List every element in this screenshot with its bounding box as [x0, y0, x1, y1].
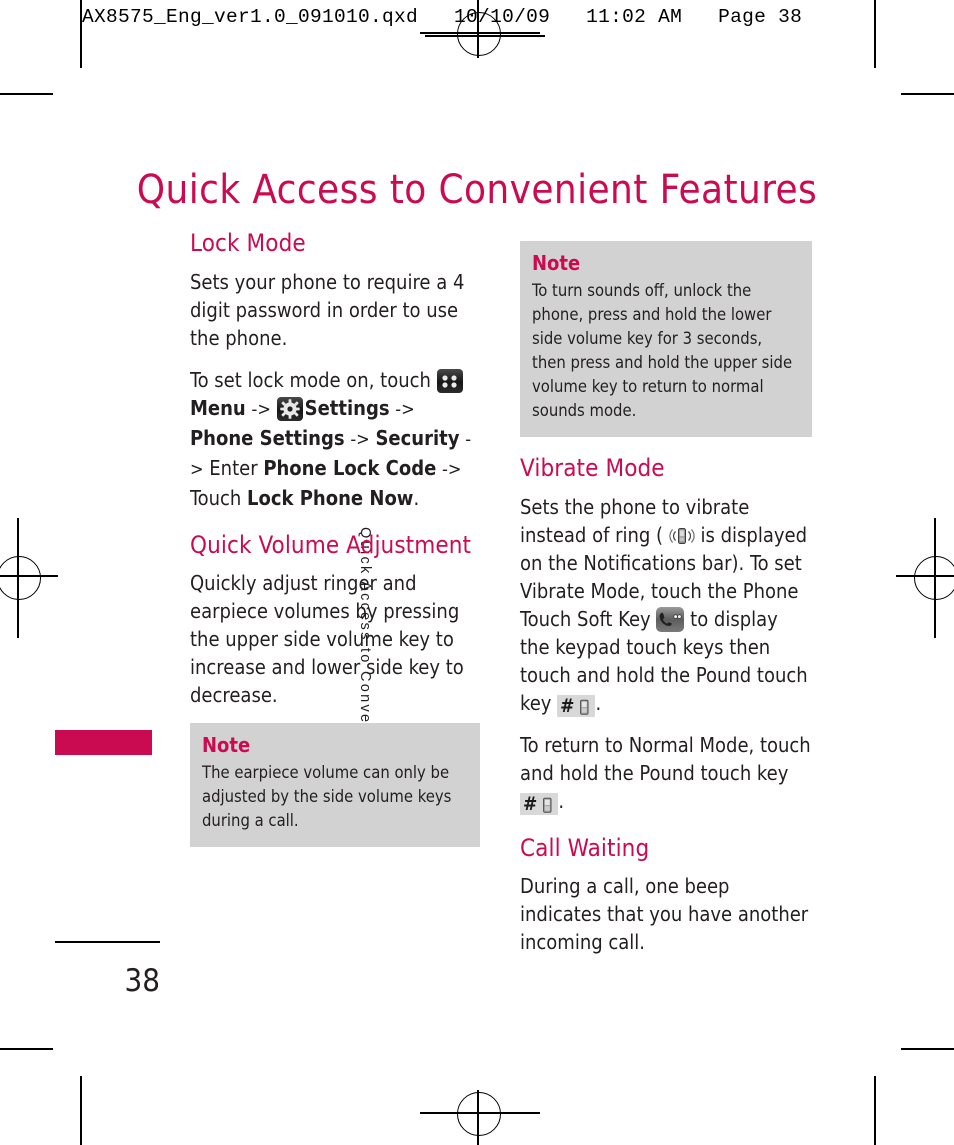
page-number: 38	[124, 963, 160, 999]
pound-symbol: #	[560, 694, 575, 717]
step-period: .	[413, 485, 420, 510]
step-phone-settings: Phone Settings	[190, 425, 345, 450]
phone-handset-icon	[656, 606, 685, 632]
chapter-thumb-tab	[55, 730, 152, 755]
registration-mark-bottom	[420, 1090, 540, 1145]
footer-rule	[55, 941, 160, 943]
step-arrow-1: ->	[251, 398, 271, 420]
pound-key-chip-icon	[541, 797, 554, 814]
note-box-earpiece-volume: Note The earpiece volume can only be adj…	[190, 723, 480, 848]
paragraph-lock-mode-steps: To set lock mode on, touch Menu -> Setti…	[190, 366, 480, 512]
pound-symbol: #	[523, 792, 538, 815]
pound-key-icon: #	[557, 694, 596, 717]
heading-quick-volume-adjustment: Quick Volume Adjustment	[190, 530, 472, 559]
step-arrow-2: ->	[395, 398, 415, 420]
crop-mark-bottom-right-horizontal	[901, 1048, 954, 1050]
crop-mark-bottom-left-horizontal	[0, 1048, 53, 1050]
page-title: Quick Access to Convenient Features	[136, 166, 818, 213]
registration-mark-right	[896, 518, 954, 638]
note-body: To turn sounds off, unlock the phone, pr…	[532, 281, 793, 420]
paragraph-call-waiting: During a call, one beep indicates that y…	[520, 874, 809, 955]
note-box-turn-sounds-off: Note To turn sounds off, unlock the phon…	[520, 241, 812, 437]
return-normal-text-1: To return to Normal Mode, touch and hold…	[520, 732, 811, 785]
step-settings: Settings	[304, 395, 390, 420]
step-phone-lock-code: Phone Lock Code	[263, 455, 437, 480]
step-security: Security	[375, 425, 460, 450]
crop-mark-top-right-vertical	[874, 0, 876, 68]
heading-call-waiting: Call Waiting	[520, 833, 650, 862]
paragraph-vibrate-mode: Sets the phone to vibrate instead of rin…	[520, 493, 812, 717]
lock-mode-steps-intro: To set lock mode on, touch	[190, 367, 431, 392]
note-title: Note	[202, 733, 251, 758]
touch-word: Touch	[190, 485, 242, 510]
prepress-slug: AX8575_Eng_ver1.0_091010.qxd 10/10/09 11…	[82, 6, 803, 28]
prepress-slug-rule	[425, 35, 545, 37]
step-lock-phone-now: Lock Phone Now	[247, 485, 414, 510]
gear-icon	[276, 396, 303, 421]
vibrate-phone-icon	[669, 526, 695, 546]
crop-mark-bottom-left-vertical	[80, 1076, 82, 1145]
paragraph-return-to-normal: To return to Normal Mode, touch and hold…	[520, 731, 812, 815]
paragraph-quick-volume: Quickly adjust ringer and earpiece volum…	[190, 571, 464, 708]
heading-lock-mode: Lock Mode	[190, 229, 306, 257]
step-arrow-3: ->	[350, 428, 370, 450]
heading-vibrate-mode: Vibrate Mode	[520, 454, 665, 482]
note-title: Note	[532, 251, 581, 275]
left-column: Lock Mode Sets your phone to require a 4…	[190, 229, 480, 865]
menu-grid-icon	[436, 368, 463, 393]
step-menu: Menu	[190, 395, 246, 420]
right-column: Note To turn sounds off, unlock the phon…	[520, 235, 812, 970]
crop-mark-top-right-horizontal	[901, 93, 954, 95]
crop-mark-top-left-horizontal	[0, 93, 53, 95]
pound-key-icon: #	[520, 792, 559, 815]
vibrate-text-4: .	[595, 690, 602, 715]
pound-key-chip-icon	[578, 699, 591, 716]
enter-word: Enter	[209, 455, 258, 480]
step-arrow-5: ->	[442, 458, 462, 480]
registration-mark-left	[0, 518, 58, 638]
return-normal-text-2: .	[558, 788, 565, 813]
crop-mark-bottom-right-vertical	[874, 1076, 876, 1145]
note-body: The earpiece volume can only be adjusted…	[202, 763, 452, 831]
paragraph-lock-mode-intro: Sets your phone to require a 4 digit pas…	[190, 269, 465, 350]
